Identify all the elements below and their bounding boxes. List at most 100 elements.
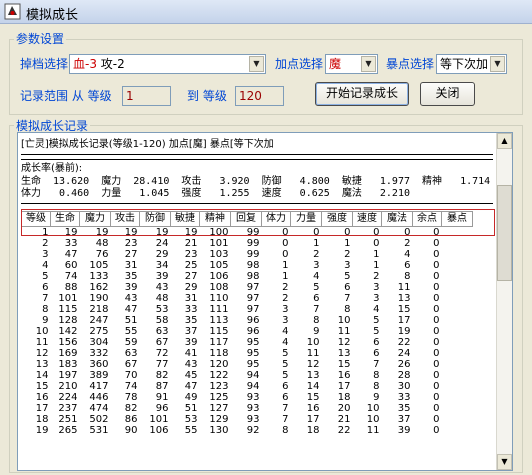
table-cell: 7	[282, 414, 289, 425]
table-cell: 45	[184, 370, 198, 381]
table-cell: 15	[35, 381, 49, 392]
table-cell	[442, 359, 473, 370]
table-cell: 6	[42, 282, 49, 293]
table-cell: 105	[89, 260, 109, 271]
table-row: 7 101 190 43 48 31 110 97 2 6 7 3 13 0	[22, 293, 473, 304]
table-cell: 41	[184, 348, 198, 359]
table-cell: 39	[184, 337, 198, 348]
table-cell: 35	[397, 403, 411, 414]
vertical-scrollbar[interactable]: ▲ ▼	[496, 133, 512, 470]
table-cell: 26	[397, 359, 411, 370]
chevron-down-icon[interactable]: ▼	[249, 56, 264, 72]
table-cell: 106	[209, 271, 229, 282]
scroll-down-icon[interactable]: ▼	[497, 454, 512, 470]
table-cell: 130	[209, 425, 229, 436]
drop-select-combo[interactable]: 血-3 攻-2 ▼	[69, 54, 266, 74]
table-cell: 13	[337, 348, 351, 359]
table-cell	[442, 348, 473, 359]
table-cell: 13	[35, 359, 49, 370]
table-cell: 7	[282, 403, 289, 414]
divider	[21, 203, 493, 204]
point-select-combo[interactable]: 魔 ▼	[325, 54, 378, 74]
scroll-thumb[interactable]	[497, 185, 512, 281]
table-cell: 98	[246, 271, 260, 282]
table-cell: 11	[35, 337, 49, 348]
table-cell: 156	[58, 337, 78, 348]
record-textarea[interactable]: [亡灵]模拟成长记录(等级1-120) 加点[魔] 暴点[等下次加 成长率(暴前…	[17, 132, 513, 471]
column-header: 精神	[199, 211, 231, 227]
table-cell: 3	[313, 260, 320, 271]
table-cell: 218	[89, 304, 109, 315]
table-cell: 95	[246, 359, 260, 370]
start-record-button[interactable]: 开始记录成长	[315, 82, 409, 106]
table-cell: 6	[373, 337, 380, 348]
table-cell: 67	[155, 337, 169, 348]
table-cell: 97	[246, 282, 260, 293]
close-button[interactable]: 关闭	[420, 82, 475, 106]
table-row: 6 88 162 39 43 29 108 97 2 5 6 3 11 0	[22, 282, 473, 293]
table-cell: 183	[58, 359, 78, 370]
table-cell: 30	[397, 381, 411, 392]
table-cell: 0	[433, 403, 440, 414]
table-cell: 95	[246, 337, 260, 348]
table-cell: 15	[337, 359, 351, 370]
crit-select-label: 暴点选择	[386, 57, 435, 71]
table-cell: 1	[282, 271, 289, 282]
crit-select-combo[interactable]: 等下次加 ▼	[436, 54, 507, 74]
table-cell: 117	[209, 337, 229, 348]
scroll-up-icon[interactable]: ▲	[497, 133, 512, 149]
table-cell: 93	[246, 414, 260, 425]
table-cell: 4	[282, 337, 289, 348]
drop-select-label: 掉档选择	[20, 57, 69, 71]
table-cell: 47	[184, 381, 198, 392]
table-cell: 1	[42, 227, 49, 238]
table-cell: 224	[58, 392, 78, 403]
to-level-field[interactable]: 120	[235, 86, 284, 106]
table-cell: 113	[209, 315, 229, 326]
table-row: 5 74 133 35 39 27 106 98 1 4 5 2 8 0	[22, 271, 473, 282]
table-cell: 17	[397, 315, 411, 326]
table-cell: 0	[433, 304, 440, 315]
table-cell: 35	[184, 315, 198, 326]
table-row: 18 251 502 86 101 53 129 93 7 17 21 10 37 0	[22, 414, 473, 425]
table-cell: 446	[89, 392, 109, 403]
table-cell: 2	[373, 271, 380, 282]
table-cell: 33	[397, 392, 411, 403]
table-cell: 39	[155, 271, 169, 282]
column-header: 魔力	[79, 211, 111, 227]
table-cell: 389	[89, 370, 109, 381]
table-cell: 0	[433, 271, 440, 282]
table-cell: 82	[155, 370, 169, 381]
column-header: 强度	[321, 211, 353, 227]
table-cell: 8	[42, 304, 49, 315]
table-cell: 99	[246, 249, 260, 260]
table-cell: 21	[337, 414, 351, 425]
table-cell: 0	[373, 238, 380, 249]
table-cell: 10	[366, 414, 380, 425]
table-cell: 90	[124, 425, 138, 436]
table-cell: 63	[124, 348, 138, 359]
chevron-down-icon[interactable]: ▼	[361, 56, 376, 72]
table-cell: 93	[246, 392, 260, 403]
table-cell: 67	[124, 359, 138, 370]
table-cell	[442, 260, 473, 271]
from-level-field[interactable]: 1	[122, 86, 171, 106]
table-cell: 101	[209, 238, 229, 249]
table-cell: 2	[404, 238, 411, 249]
table-cell: 23	[124, 238, 138, 249]
table-cell: 251	[58, 414, 78, 425]
table-cell: 20	[337, 403, 351, 414]
table-cell: 100	[209, 227, 229, 238]
title-bar: 模拟成长	[0, 0, 532, 24]
table-cell: 123	[209, 381, 229, 392]
growth-table: 等级 生命 魔力 攻击 防御 敏捷 精神 回复 体力 力量 强度 速度 魔法 余点 暴点 1 19 19 19 19…	[21, 211, 473, 436]
chevron-down-icon[interactable]: ▼	[490, 56, 505, 72]
table-cell: 55	[184, 425, 198, 436]
table-cell: 0	[433, 249, 440, 260]
window-title: 模拟成长	[26, 8, 79, 23]
table-cell: 0	[344, 227, 351, 238]
record-group-label: 模拟成长记录	[14, 119, 91, 133]
table-cell: 197	[58, 370, 78, 381]
table-cell: 59	[124, 337, 138, 348]
growth-line-2: 体力 0.460 力量 1.045 强度 1.255 速度 0.625 魔法 2…	[21, 188, 410, 199]
